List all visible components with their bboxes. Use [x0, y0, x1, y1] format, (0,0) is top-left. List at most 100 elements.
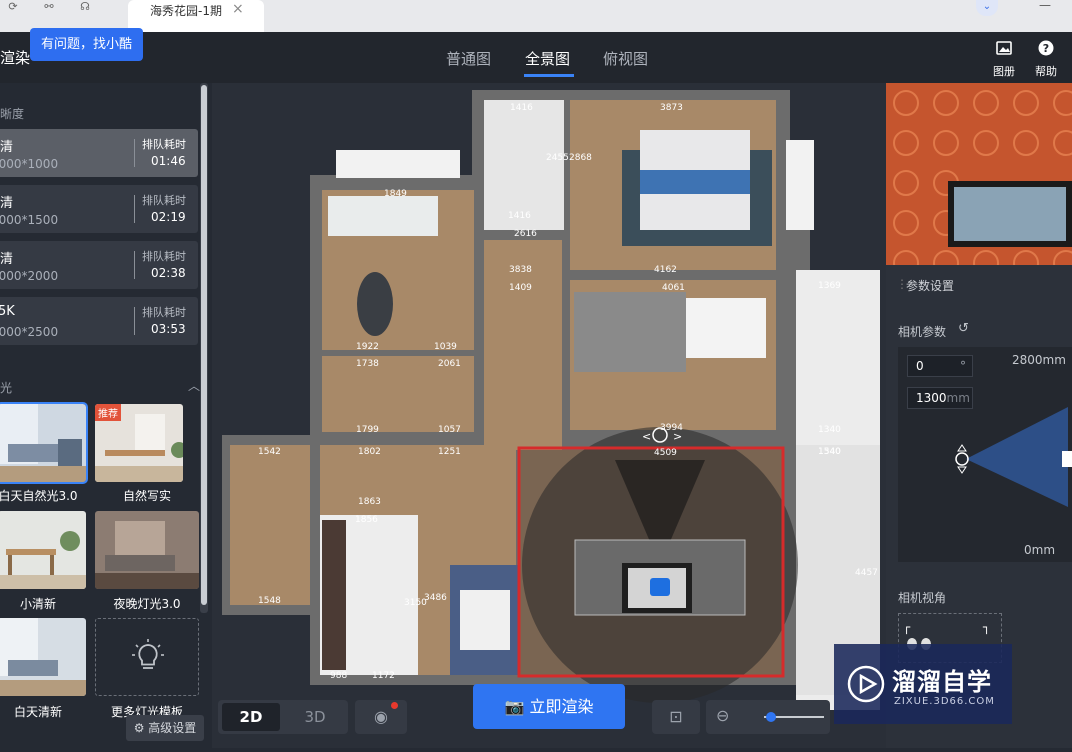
- lighting-section-label: 灯光: [0, 381, 13, 395]
- dimension-label: 1416: [508, 211, 531, 221]
- dimension-label: 1251: [438, 447, 461, 457]
- window-ledge: [786, 140, 814, 230]
- browser-tab[interactable]: 海秀花园-1期 ×: [128, 0, 264, 32]
- mode-2d-button[interactable]: 2D: [222, 703, 280, 731]
- resolution-option[interactable]: 标清 2000*1000 排队耗时 01:46: [0, 129, 198, 177]
- camera-height-input[interactable]: 1300mm: [907, 387, 973, 409]
- scrollbar-thumb[interactable]: [201, 85, 207, 605]
- room-thumbnail: [0, 511, 86, 589]
- floorplan[interactable]: < > 1416 3873 2455 2868 1849 1416 2616 3…: [212, 83, 886, 748]
- recommend-badge: 推荐: [95, 404, 121, 421]
- render-label: 立即渲染: [529, 697, 594, 716]
- divider: [134, 139, 135, 167]
- dimension-label: 4162: [654, 265, 677, 275]
- tab-normal-view[interactable]: 普通图: [446, 48, 491, 69]
- dimension-label: 4457: [855, 568, 878, 578]
- dimension-label: 1863: [358, 497, 381, 507]
- resolution-option[interactable]: 超清 4000*2000 排队耗时 02:38: [0, 241, 198, 289]
- queue-label: 排队耗时: [142, 138, 186, 151]
- light-card-day-fresh[interactable]: [0, 618, 86, 696]
- queue-time: 01:46: [151, 154, 186, 168]
- resolution-option[interactable]: 高清 3000*1500 排队耗时 02:19: [0, 185, 198, 233]
- floorplan-canvas[interactable]: < > 1416 3873 2455 2868 1849 1416 2616 3…: [212, 83, 886, 748]
- camera-arrows-icon[interactable]: [957, 444, 967, 474]
- resolution-section-label: 清晰度: [0, 107, 25, 121]
- dining-table: [460, 590, 510, 650]
- light-card-label: 小清新: [19, 597, 56, 611]
- dimension-label: 2455: [546, 153, 569, 163]
- notification-dot: [391, 702, 398, 709]
- divider: [134, 307, 135, 335]
- advanced-settings-button[interactable]: ⚙ 高级设置: [126, 715, 204, 741]
- dimension-label: 4509: [654, 448, 677, 458]
- room-thumbnail: [0, 404, 86, 482]
- dimension-label: 2616: [514, 229, 537, 239]
- image-icon: [984, 40, 1024, 61]
- divider: [134, 195, 135, 223]
- light-card-realistic[interactable]: 推荐: [95, 404, 183, 482]
- mode-3d-button[interactable]: 3D: [286, 703, 344, 731]
- dimension-label: 1856: [355, 515, 378, 525]
- resolution-size: 2000*1000: [0, 157, 59, 171]
- minimize-button[interactable]: —: [1036, 0, 1054, 12]
- chevron-up-icon[interactable]: ︿: [188, 377, 200, 394]
- queue-time: 03:53: [151, 322, 186, 336]
- help-tooltip[interactable]: 有问题，找小酷: [30, 28, 143, 61]
- room-thumbnail: [95, 511, 199, 589]
- camera-marker-icon[interactable]: [650, 578, 670, 596]
- balcony-ledge: [336, 150, 460, 178]
- gallery-button[interactable]: 图册: [984, 40, 1024, 80]
- help-button[interactable]: ? 帮助: [1026, 40, 1066, 80]
- camera-angle-input[interactable]: 0 °: [907, 355, 973, 377]
- visibility-button[interactable]: ◉: [355, 700, 407, 734]
- more-lights-card[interactable]: [95, 618, 199, 696]
- dimension-label: 1409: [509, 283, 532, 293]
- collapse-icon[interactable]: ⌄: [976, 0, 998, 16]
- camera-end-icon: [1062, 451, 1072, 467]
- light-card-daylight[interactable]: [0, 402, 88, 484]
- corner-icon: ┌: [903, 620, 911, 634]
- zoom-slider-handle[interactable]: [766, 712, 776, 722]
- light-card-night[interactable]: [95, 511, 199, 589]
- advanced-label: 高级设置: [148, 721, 197, 735]
- resolution-name: 高清: [0, 196, 14, 211]
- link-icon[interactable]: ⚯: [40, 0, 58, 14]
- refresh-icon[interactable]: ⟳: [4, 0, 22, 14]
- tab-close-icon[interactable]: ×: [232, 1, 244, 17]
- help-icon: ?: [1026, 40, 1066, 61]
- dimension-label: 2061: [438, 359, 461, 369]
- rotate-left-icon[interactable]: <: [642, 430, 651, 443]
- headset-icon[interactable]: ☊: [76, 0, 94, 14]
- tab-top-view[interactable]: 俯视图: [603, 48, 648, 69]
- resolution-name: 标清: [0, 140, 14, 155]
- tab-panorama-view[interactable]: 全景图: [525, 48, 570, 69]
- dimension-label: 1340: [818, 447, 841, 457]
- gallery-label: 图册: [993, 65, 1015, 78]
- bed2: [574, 292, 686, 372]
- height-max-label: 2800mm: [1012, 353, 1066, 367]
- svg-text:?: ?: [1043, 42, 1049, 55]
- browser-tab-bar: ⟳ ⚯ ☊ 海秀花园-1期 × ⌄ —: [0, 0, 1072, 32]
- dimension-label: 1340: [818, 425, 841, 435]
- logo-icon: [847, 665, 885, 703]
- scrollbar[interactable]: [200, 83, 208, 613]
- round-table: [357, 272, 393, 336]
- watermark: 溜溜自学 ZIXUE.3D66.COM: [834, 644, 1012, 724]
- render-now-button[interactable]: 📷 立即渲染: [473, 684, 625, 729]
- zoom-out-icon[interactable]: ⊖: [716, 706, 729, 725]
- dimension-label: 1542: [258, 447, 281, 457]
- reset-icon[interactable]: ↺: [958, 321, 969, 336]
- resolution-size: 3000*1500: [0, 213, 59, 227]
- kitchen-cabinet: [322, 520, 346, 670]
- dimension-label: 1849: [384, 189, 407, 199]
- dimension-label: 4061: [662, 283, 685, 293]
- light-card-fresh[interactable]: [0, 511, 86, 589]
- resolution-option[interactable]: 5K 5000*2500 排队耗时 03:53: [0, 297, 198, 345]
- app-header: 渲染 普通图 全景图 俯视图 图册 ? 帮助: [0, 32, 1072, 83]
- queue-label: 排队耗时: [142, 194, 186, 207]
- corner-icon: ┐: [983, 620, 991, 634]
- fit-view-button[interactable]: ⊡: [652, 700, 700, 734]
- queue-time: 02:19: [151, 210, 186, 224]
- room-thumbnail: [0, 618, 86, 696]
- help-label: 帮助: [1035, 65, 1057, 78]
